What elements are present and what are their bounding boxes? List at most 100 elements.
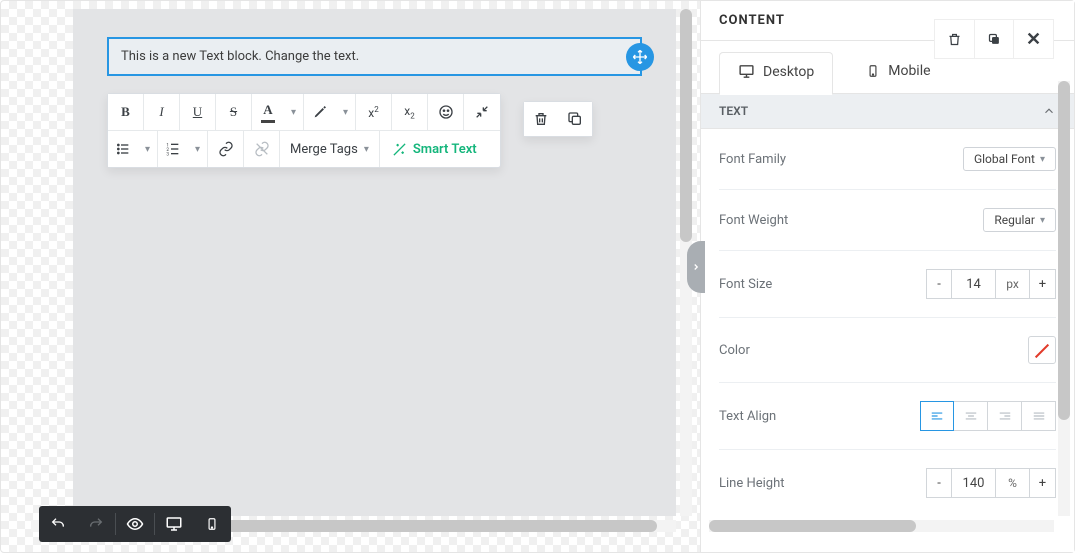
strikethrough-button[interactable]: S — [216, 94, 252, 130]
scrollbar-thumb[interactable] — [1058, 81, 1070, 420]
superscript-button[interactable]: x2 — [356, 94, 392, 130]
panel-delete-button[interactable] — [934, 19, 974, 59]
font-family-value: Global Font — [974, 152, 1035, 166]
redo-icon — [88, 516, 104, 532]
line-height-decrement[interactable]: - — [926, 468, 952, 498]
font-size-label: Font Size — [719, 277, 772, 292]
underline-button[interactable]: U — [180, 94, 216, 130]
ul-icon — [115, 141, 131, 157]
trash-icon — [533, 111, 549, 127]
tab-desktop-label: Desktop — [763, 64, 814, 80]
align-justify-button[interactable] — [1022, 401, 1056, 431]
align-justify-icon — [1032, 410, 1046, 422]
prop-font-size: Font Size - 14 px + — [719, 251, 1056, 318]
bold-button[interactable]: B — [108, 94, 144, 130]
unlink-button[interactable] — [244, 131, 280, 167]
section-text-label: TEXT — [719, 104, 748, 118]
merge-tags-label: Merge Tags — [290, 142, 358, 157]
line-height-increment[interactable]: + — [1030, 468, 1056, 498]
ordered-list-caret[interactable]: ▾ — [188, 131, 208, 167]
italic-button[interactable]: I — [144, 94, 180, 130]
text-block-selected[interactable]: This is a new Text block. Change the tex… — [107, 37, 642, 76]
prop-font-weight: Font Weight Regular ▾ — [719, 190, 1056, 251]
panel-vertical-scrollbar[interactable] — [1058, 81, 1070, 516]
redo-button[interactable] — [77, 506, 115, 542]
font-size-value[interactable]: 14 — [952, 269, 996, 299]
font-weight-label: Font Weight — [719, 213, 788, 228]
unordered-list-caret[interactable]: ▾ — [138, 131, 158, 167]
panel-horizontal-scrollbar[interactable] — [709, 520, 1054, 532]
font-size-increment[interactable]: + — [1030, 269, 1056, 299]
font-size-stepper: - 14 px + — [926, 269, 1056, 299]
line-height-value[interactable]: 140 — [952, 468, 996, 498]
monitor-icon — [738, 63, 755, 80]
text-color-button[interactable]: A — [252, 94, 284, 130]
prop-text-align: Text Align — [719, 383, 1056, 450]
align-center-button[interactable] — [954, 401, 988, 431]
eye-icon — [126, 515, 144, 533]
clear-format-button[interactable] — [464, 94, 500, 130]
text-align-label: Text Align — [719, 409, 776, 424]
editor-canvas: This is a new Text block. Change the tex… — [1, 1, 700, 552]
preview-mobile-button[interactable] — [193, 506, 231, 542]
font-weight-select[interactable]: Regular ▾ — [983, 208, 1056, 232]
move-handle[interactable] — [626, 43, 654, 71]
section-text-header[interactable]: TEXT — [701, 93, 1074, 129]
canvas-page[interactable]: This is a new Text block. Change the tex… — [73, 9, 676, 516]
tab-desktop[interactable]: Desktop — [719, 52, 833, 95]
trash-icon — [947, 32, 962, 47]
panel-header-actions: ✕ — [934, 19, 1054, 59]
text-color-caret[interactable]: ▾ — [284, 94, 304, 130]
chevron-right-icon — [691, 262, 701, 272]
align-left-button[interactable] — [920, 401, 954, 431]
emoji-button[interactable] — [428, 94, 464, 130]
panel-duplicate-button[interactable] — [974, 19, 1014, 59]
color-label: Color — [719, 343, 750, 358]
ordered-list-button[interactable]: 123 — [158, 131, 188, 167]
panel-collapse-toggle[interactable] — [687, 241, 705, 293]
undo-button[interactable] — [39, 506, 77, 542]
font-weight-value: Regular — [994, 213, 1035, 227]
font-family-select[interactable]: Global Font ▾ — [963, 147, 1056, 171]
merge-tags-button[interactable]: Merge Tags ▾ — [280, 131, 380, 167]
line-height-unit[interactable]: % — [996, 468, 1030, 498]
prop-line-height: Line Height - 140 % + — [719, 450, 1056, 516]
highlighter-icon — [312, 104, 328, 120]
scrollbar-thumb[interactable] — [709, 520, 916, 532]
duplicate-block-button[interactable] — [558, 102, 592, 136]
align-right-icon — [998, 410, 1012, 422]
preview-button[interactable] — [116, 506, 154, 542]
panel-close-button[interactable]: ✕ — [1014, 19, 1054, 59]
format-row-2: ▾ 123 ▾ Merge Tags ▾ Smart Text — [108, 131, 500, 167]
subscript-button[interactable]: x2 — [392, 94, 428, 130]
smart-text-button[interactable]: Smart Text — [380, 131, 489, 167]
undo-icon — [50, 516, 66, 532]
format-row-1: B I U S A ▾ ▾ x2 x2 — [108, 94, 500, 131]
canvas-bottom-toolbar — [39, 506, 231, 542]
font-size-decrement[interactable]: - — [926, 269, 952, 299]
smile-icon — [438, 104, 454, 120]
app-root: This is a new Text block. Change the tex… — [0, 0, 1075, 553]
close-icon: ✕ — [1026, 29, 1041, 50]
preview-desktop-button[interactable] — [155, 506, 193, 542]
delete-block-button[interactable] — [524, 102, 558, 136]
ol-icon: 123 — [165, 141, 181, 157]
text-align-group — [920, 401, 1056, 431]
prop-font-family: Font Family Global Font ▾ — [719, 129, 1056, 190]
text-properties: Font Family Global Font ▾ Font Weight Re… — [701, 129, 1074, 516]
align-right-button[interactable] — [988, 401, 1022, 431]
scrollbar-thumb[interactable] — [680, 9, 692, 242]
line-height-label: Line Height — [719, 476, 785, 491]
unordered-list-button[interactable] — [108, 131, 138, 167]
font-size-unit[interactable]: px — [996, 269, 1030, 299]
font-family-label: Font Family — [719, 152, 786, 167]
monitor-icon — [165, 515, 183, 533]
highlight-button[interactable] — [304, 94, 336, 130]
copy-icon — [567, 111, 583, 127]
highlight-caret[interactable]: ▾ — [336, 94, 356, 130]
link-button[interactable] — [208, 131, 244, 167]
mobile-icon — [866, 64, 880, 78]
text-block-content[interactable]: This is a new Text block. Change the tex… — [121, 49, 359, 64]
line-height-stepper: - 140 % + — [926, 468, 1056, 498]
color-picker[interactable] — [1028, 336, 1056, 364]
